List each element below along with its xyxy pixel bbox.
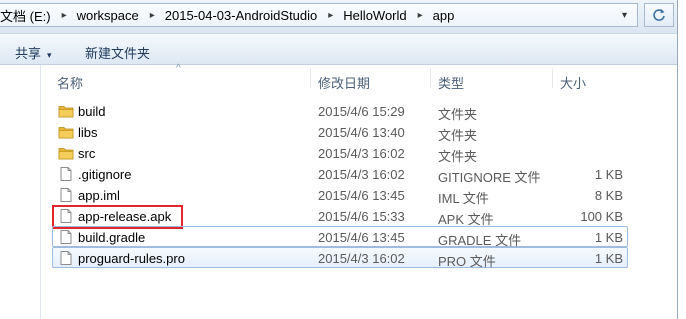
file-row[interactable]: app-release.apk 2015/4/6 15:33 APK 文件 100 K… [52,205,628,229]
file-icon [58,187,74,203]
column-divider[interactable] [552,68,553,88]
column-modified[interactable]: 修改日期 [318,73,370,92]
file-name: app-release.apk [78,209,172,224]
explorer-window: 文档 (E:) ▸ workspace ▸ 2015-04-03-Android… [0,0,678,319]
folder-icon [58,145,74,161]
file-name: build [78,104,106,119]
new-folder-button[interactable]: 新建文件夹 [85,43,150,62]
address-dropdown-icon[interactable]: ▾ [622,10,627,21]
breadcrumb-separator-icon[interactable]: ▸ [150,10,155,21]
file-row[interactable]: proguard-rules.pro 2015/4/3 16:02 PRO 文件 1 … [52,247,628,269]
file-type: PRO 文件 [438,254,496,269]
file-icon [58,229,74,245]
file-name: src [78,146,96,161]
file-size: 1 KB [594,251,623,266]
column-divider[interactable] [310,68,311,88]
file-size: 100 KB [580,209,623,224]
column-name[interactable]: 名称 [57,73,83,92]
file-size: 1 KB [594,167,623,182]
column-type[interactable]: 类型 [438,73,464,92]
file-size: 8 KB [594,188,623,203]
file-modified: 2015/4/6 13:45 [318,230,405,245]
address-bar: 文档 (E:) ▸ workspace ▸ 2015-04-03-Android… [0,0,677,33]
file-name: app.iml [78,188,120,203]
file-row[interactable]: .gitignore 2015/4/3 16:02 GITIGNORE 文件 1 KB [52,163,628,185]
folder-icon [58,124,74,140]
folder-icon [58,103,74,119]
file-size: 1 KB [594,230,623,245]
file-icon [58,208,74,224]
file-row[interactable]: src 2015/4/3 16:02 文件夹 [52,142,628,164]
file-name: proguard-rules.pro [78,251,185,266]
file-icon [58,250,74,266]
file-row[interactable]: build.gradle 2015/4/6 13:45 GRADLE 文件 1 KB [52,226,628,248]
breadcrumb-app[interactable]: app [432,8,456,23]
file-row[interactable]: build 2015/4/6 15:29 文件夹 [52,100,628,122]
file-modified: 2015/4/3 16:02 [318,251,405,266]
file-name: build.gradle [78,230,146,245]
sort-ascending-icon: ^ [176,63,181,74]
file-row[interactable]: libs 2015/4/6 13:40 文件夹 [52,121,628,143]
file-name: .gitignore [78,167,132,182]
file-modified: 2015/4/6 13:40 [318,125,405,140]
breadcrumb-project[interactable]: 2015-04-03-AndroidStudio [164,8,319,23]
command-toolbar: 共享 ▾ 新建文件夹 [0,33,677,65]
navigation-pane[interactable] [0,65,41,319]
refresh-icon [653,9,665,21]
column-divider[interactable] [430,68,431,88]
breadcrumb-separator-icon[interactable]: ▸ [62,10,67,21]
file-name: libs [78,125,98,140]
file-row[interactable]: app.iml 2015/4/6 13:45 IML 文件 8 KB [52,184,628,206]
file-modified: 2015/4/3 16:02 [318,146,405,161]
breadcrumb[interactable]: 文档 (E:) ▸ workspace ▸ 2015-04-03-Android… [0,3,638,27]
breadcrumb-workspace[interactable]: workspace [76,8,140,23]
file-modified: 2015/4/3 16:02 [318,167,405,182]
breadcrumb-separator-icon[interactable]: ▸ [328,10,333,21]
breadcrumb-separator-icon[interactable]: ▸ [418,10,423,21]
file-modified: 2015/4/6 15:29 [318,104,405,119]
file-modified: 2015/4/6 15:33 [318,209,405,224]
column-size[interactable]: 大小 [560,73,586,92]
share-label: 共享 [15,46,42,61]
file-modified: 2015/4/6 13:45 [318,188,405,203]
refresh-button[interactable] [644,3,674,27]
share-button[interactable]: 共享 ▾ [15,43,52,62]
breadcrumb-helloworld[interactable]: HelloWorld [342,8,407,23]
file-icon [58,166,74,182]
breadcrumb-drive[interactable]: 文档 (E:) [0,6,52,25]
chevron-down-icon: ▾ [47,50,52,60]
column-header: ^ 名称 修改日期 类型 大小 [41,63,677,92]
